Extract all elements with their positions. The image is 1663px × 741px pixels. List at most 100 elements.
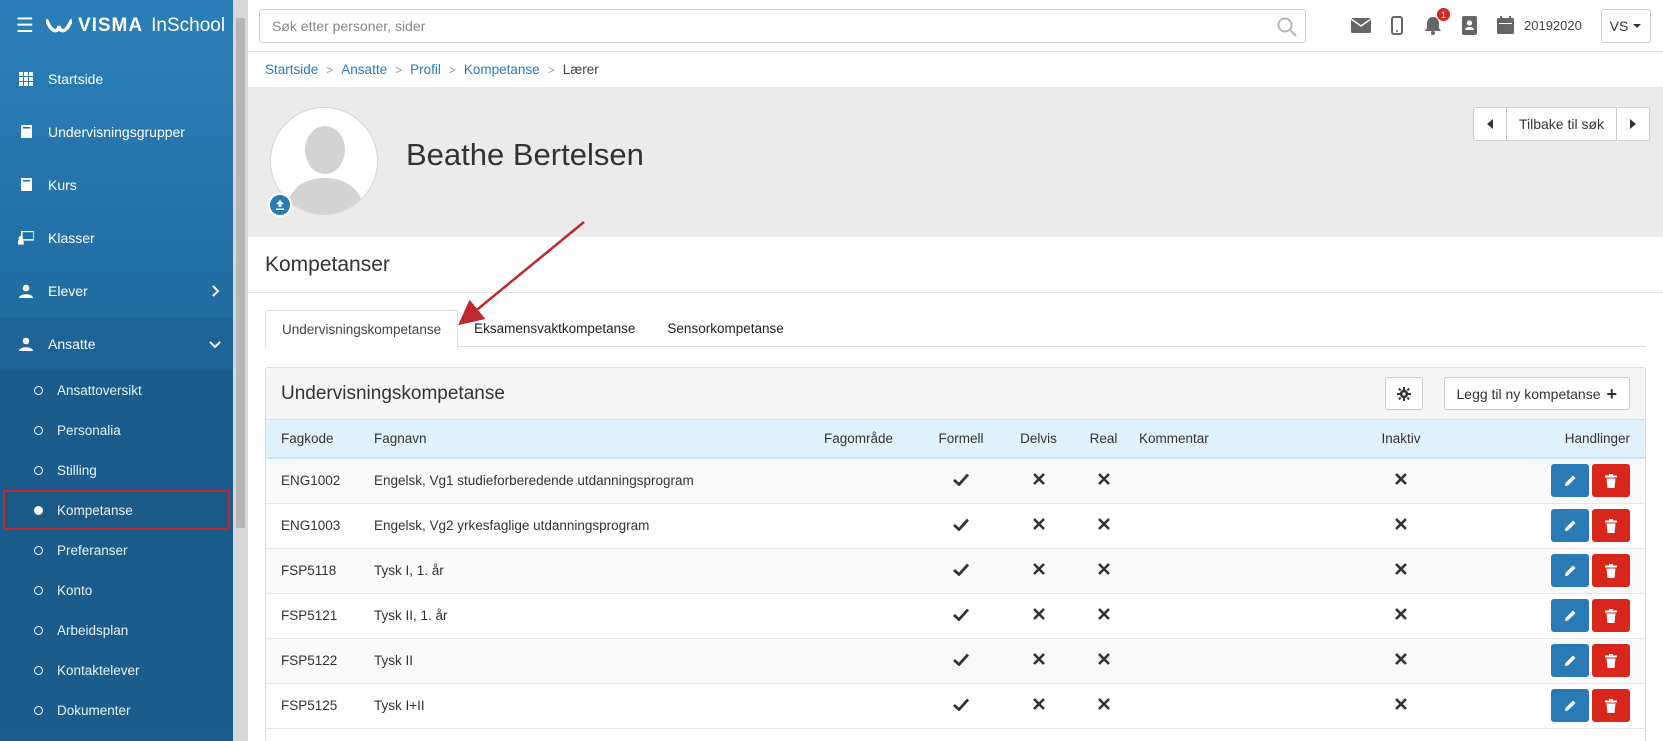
cell-real — [1076, 458, 1131, 503]
caret-down-icon — [1633, 24, 1642, 28]
breadcrumb-link-profil[interactable]: Profil — [410, 62, 441, 77]
breadcrumb-link-ansatte[interactable]: Ansatte — [341, 62, 387, 77]
column-header-fagnavn[interactable]: Fagnavn — [366, 420, 796, 458]
cell-fagomrade — [796, 458, 921, 503]
panel-title: Undervisningskompetanse — [281, 383, 505, 404]
cell-fagkode: FSP5125 — [281, 698, 338, 713]
edit-button[interactable] — [1551, 644, 1589, 677]
sidebar-subitem-konto[interactable]: Konto — [0, 570, 233, 610]
ansatte-submenu: Ansattoversikt Personalia Stilling Kompe… — [0, 370, 233, 730]
sidebar-subitem-stilling[interactable]: Stilling — [0, 450, 233, 490]
cross-icon — [1395, 608, 1407, 623]
school-year[interactable]: 20192020 — [1524, 18, 1582, 33]
cell-handlinger — [1461, 458, 1645, 503]
visma-logo[interactable]: VISMA InSchool — [45, 15, 225, 37]
column-header-formell[interactable]: Formell — [921, 420, 1001, 458]
column-header-fagkode[interactable]: Fagkode — [266, 420, 366, 458]
cell-fagkode: FSP5122 — [281, 653, 338, 668]
edit-button[interactable] — [1551, 554, 1589, 587]
pencil-icon — [1564, 700, 1575, 711]
sidebar-item-undervisningsgrupper[interactable]: Undervisningsgrupper — [0, 105, 233, 158]
back-to-search-button[interactable]: Tilbake til søk — [1505, 108, 1617, 140]
delete-button[interactable] — [1592, 689, 1630, 722]
hamburger-menu-icon[interactable]: ☰ — [16, 16, 34, 36]
delete-button[interactable] — [1592, 599, 1630, 632]
sidebar-item-elever[interactable]: Elever — [0, 264, 233, 317]
bell-icon[interactable]: 1 — [1422, 8, 1450, 36]
cell-real — [1076, 593, 1131, 638]
tab-sensorkompetanse[interactable]: Sensorkompetanse — [651, 310, 799, 347]
add-competence-button[interactable]: Legg til ny kompetanse + — [1443, 377, 1630, 410]
column-header-inaktiv[interactable]: Inaktiv — [1341, 420, 1461, 458]
cell-delvis — [1001, 683, 1076, 728]
check-icon — [953, 608, 970, 624]
search-box — [259, 9, 1306, 43]
column-header-kommentar[interactable]: Kommentar — [1131, 420, 1341, 458]
breadcrumb-link-kompetanse[interactable]: Kompetanse — [464, 62, 540, 77]
calendar-icon[interactable] — [1494, 14, 1516, 36]
delete-button[interactable] — [1592, 644, 1630, 677]
check-icon — [953, 473, 970, 489]
cell-handlinger — [1461, 548, 1645, 593]
edit-button[interactable] — [1551, 464, 1589, 498]
cell-real — [1076, 548, 1131, 593]
contacts-book-icon[interactable] — [1458, 14, 1480, 36]
sidebar-subitem-arbeidsplan[interactable]: Arbeidsplan — [0, 610, 233, 650]
circle-icon — [34, 625, 43, 635]
edit-button[interactable] — [1551, 509, 1589, 542]
envelope-icon[interactable] — [1350, 14, 1372, 36]
column-header-delvis[interactable]: Delvis — [1001, 420, 1076, 458]
cross-icon — [1032, 653, 1045, 668]
circle-icon — [34, 425, 43, 435]
subitem-label: Konto — [57, 582, 93, 598]
delete-button[interactable] — [1592, 464, 1630, 498]
cell-fagnavn: Engelsk, Vg2 yrkesfaglige utdanningsprog… — [374, 518, 650, 533]
user-menu-button[interactable]: VS — [1601, 9, 1651, 43]
column-header-fagomrade[interactable]: Fagområde — [796, 420, 921, 458]
cell-fagomrade — [796, 683, 921, 728]
sidebar-subitem-personalia[interactable]: Personalia — [0, 410, 233, 450]
sidebar-item-klasser[interactable]: Klasser — [0, 211, 233, 264]
sidebar-item-label: Undervisningsgrupper — [48, 123, 185, 140]
check-icon — [953, 518, 970, 534]
cross-icon — [1395, 698, 1407, 713]
edit-button[interactable] — [1551, 599, 1589, 632]
sidebar-item-label: Kurs — [48, 176, 77, 193]
sidebar-subitem-kompetanse[interactable]: Kompetanse — [3, 490, 230, 530]
delete-button[interactable] — [1592, 554, 1630, 587]
search-icon[interactable] — [1277, 17, 1297, 37]
trash-icon — [1605, 473, 1617, 488]
tab-eksamensvaktkompetanse[interactable]: Eksamensvaktkompetanse — [458, 310, 651, 347]
add-competence-label: Legg til ny kompetanse — [1456, 385, 1601, 402]
previous-result-button[interactable] — [1474, 108, 1506, 140]
cell-fagomrade — [796, 503, 921, 548]
settings-button[interactable] — [1385, 377, 1423, 410]
scrollbar-thumb[interactable] — [236, 18, 245, 528]
column-header-real[interactable]: Real — [1076, 420, 1131, 458]
cell-inaktiv — [1341, 503, 1461, 548]
cell-kommentar — [1131, 638, 1341, 683]
upload-photo-icon[interactable] — [268, 193, 292, 217]
mobile-phone-icon[interactable] — [1386, 14, 1408, 36]
sidebar-item-ansatte[interactable]: Ansatte — [0, 317, 233, 370]
sidebar-subitem-preferanser[interactable]: Preferanser — [0, 530, 233, 570]
sidebar-subitem-dokumenter[interactable]: Dokumenter — [0, 690, 233, 730]
sidebar-subitem-kontaktelever[interactable]: Kontaktelever — [0, 650, 233, 690]
sidebar-item-kurs[interactable]: Kurs — [0, 158, 233, 211]
breadcrumb-link-startside[interactable]: Startside — [265, 62, 318, 77]
sidebar-subitem-ansattoversikt[interactable]: Ansattoversikt — [0, 370, 233, 410]
circle-icon — [34, 585, 43, 595]
tab-undervisningskompetanse[interactable]: Undervisningskompetanse — [265, 310, 459, 348]
subitem-label: Stilling — [57, 462, 97, 478]
trash-icon — [1605, 608, 1617, 623]
cell-formell — [921, 458, 1001, 503]
brand-name: VISMA — [77, 15, 144, 36]
search-input[interactable] — [260, 10, 1305, 42]
sidebar-item-startside[interactable]: Startside — [0, 52, 233, 105]
cross-icon — [1097, 608, 1110, 623]
edit-button[interactable] — [1551, 689, 1589, 722]
sidebar-scrollbar[interactable] — [233, 0, 248, 741]
pencil-icon — [1564, 565, 1575, 576]
delete-button[interactable] — [1592, 509, 1630, 542]
next-result-button[interactable] — [1617, 108, 1649, 140]
